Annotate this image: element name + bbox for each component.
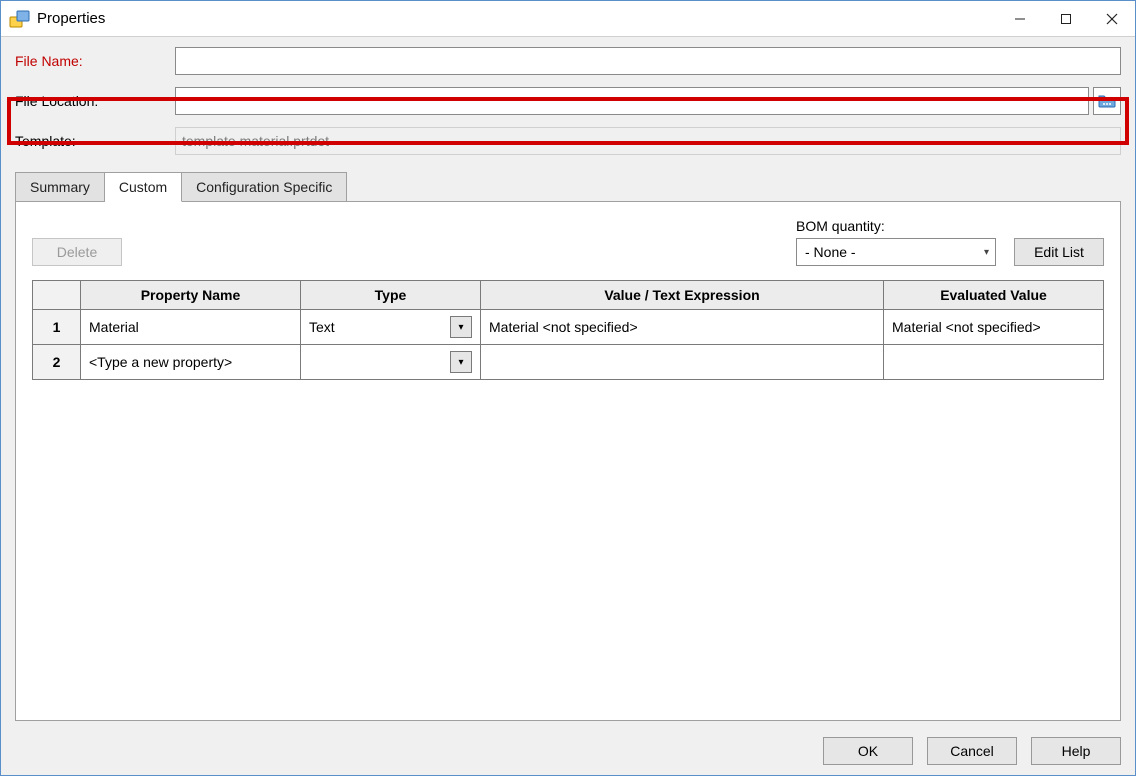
cell-property-name[interactable]: Material — [81, 310, 301, 345]
template-input — [175, 127, 1121, 155]
file-name-label: File Name: — [15, 53, 175, 69]
properties-dialog: Properties File Name: File Location: — [0, 0, 1136, 776]
type-dropdown-button[interactable]: ▾ — [450, 316, 472, 338]
tab-strip: Summary Custom Configuration Specific — [15, 171, 1121, 201]
row-number: 2 — [33, 345, 81, 380]
cell-type-value: Text — [309, 319, 335, 335]
window-title: Properties — [37, 10, 997, 27]
template-label: Template: — [15, 133, 175, 149]
type-dropdown-button[interactable]: ▾ — [450, 351, 472, 373]
cell-property-name[interactable]: <Type a new property> — [81, 345, 301, 380]
close-button[interactable] — [1089, 1, 1135, 37]
properties-table: Property Name Type Value / Text Expressi… — [32, 280, 1104, 380]
table-row[interactable]: 1 Material Text ▾ Material <not specifie… — [33, 310, 1104, 345]
col-evaluated-value: Evaluated Value — [884, 281, 1104, 310]
edit-list-button[interactable]: Edit List — [1014, 238, 1104, 266]
app-icon — [9, 8, 31, 30]
file-name-row: File Name: — [15, 47, 1121, 75]
table-corner — [33, 281, 81, 310]
form-area: File Name: File Location: Template: — [1, 37, 1135, 165]
file-name-input[interactable] — [175, 47, 1121, 75]
bom-quantity-value: - None - — [805, 244, 856, 260]
col-type: Type — [301, 281, 481, 310]
col-value-expression: Value / Text Expression — [481, 281, 884, 310]
minimize-button[interactable] — [997, 1, 1043, 37]
cell-type[interactable]: Text ▾ — [301, 310, 481, 345]
chevron-down-icon: ▾ — [984, 247, 989, 258]
ok-button[interactable]: OK — [823, 737, 913, 765]
cell-type[interactable]: ▾ — [301, 345, 481, 380]
tab-configuration-specific[interactable]: Configuration Specific — [182, 172, 347, 201]
tab-custom[interactable]: Custom — [105, 172, 182, 202]
dialog-button-bar: OK Cancel Help — [1, 727, 1135, 775]
template-row: Template: — [15, 127, 1121, 155]
maximize-button[interactable] — [1043, 1, 1089, 37]
cell-evaluated-value: Material <not specified> — [884, 310, 1104, 345]
tab-summary[interactable]: Summary — [15, 172, 105, 201]
cancel-button[interactable]: Cancel — [927, 737, 1017, 765]
bom-quantity-group: BOM quantity: - None - ▾ — [796, 218, 996, 266]
title-bar: Properties — [1, 1, 1135, 37]
cell-value-expression[interactable] — [481, 345, 884, 380]
folder-icon — [1098, 93, 1116, 109]
table-row[interactable]: 2 <Type a new property> ▾ — [33, 345, 1104, 380]
cell-evaluated-value — [884, 345, 1104, 380]
help-button[interactable]: Help — [1031, 737, 1121, 765]
panel-toolbar: Delete BOM quantity: - None - ▾ Edit Lis… — [32, 218, 1104, 266]
bom-quantity-label: BOM quantity: — [796, 218, 996, 234]
delete-button: Delete — [32, 238, 122, 266]
cell-value-expression[interactable]: Material <not specified> — [481, 310, 884, 345]
col-property-name: Property Name — [81, 281, 301, 310]
custom-tab-panel: Delete BOM quantity: - None - ▾ Edit Lis… — [15, 201, 1121, 721]
browse-button[interactable] — [1093, 87, 1121, 115]
file-location-row: File Location: — [15, 81, 1121, 121]
bom-quantity-select[interactable]: - None - ▾ — [796, 238, 996, 266]
file-location-input[interactable] — [175, 87, 1089, 115]
row-number: 1 — [33, 310, 81, 345]
file-location-label: File Location: — [15, 93, 175, 109]
